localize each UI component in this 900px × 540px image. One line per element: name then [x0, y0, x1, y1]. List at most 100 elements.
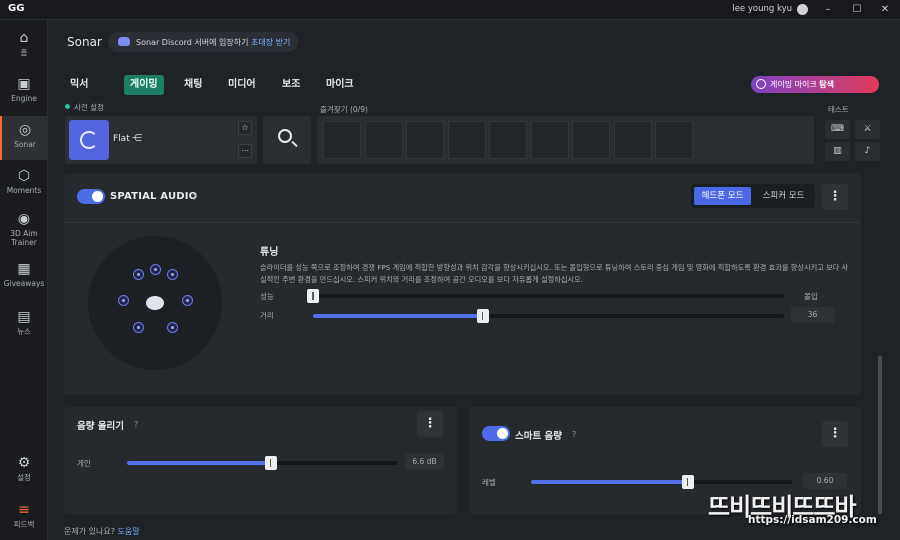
tab-mic[interactable]: 마이크: [320, 75, 360, 95]
tab-media[interactable]: 미디어: [222, 75, 262, 95]
favorite-slot[interactable]: [572, 121, 610, 159]
more-options-icon[interactable]: ⋮: [822, 421, 848, 447]
scrollbar-thumb[interactable]: [878, 356, 882, 514]
level-label: 레벨: [482, 478, 496, 487]
favorite-slot[interactable]: [489, 121, 527, 159]
preset-card[interactable]: Flat ⋲ ☆ ⋯: [65, 116, 257, 164]
user-name[interactable]: lee young kyu: [732, 4, 792, 14]
status-dot: [65, 104, 70, 109]
gamepad-icon[interactable]: ⌨: [825, 120, 850, 139]
favorite-slot[interactable]: [447, 121, 486, 159]
title-bar: GG lee young kyu – ☐ ✕: [0, 0, 900, 20]
chip-icon: ▣: [17, 76, 31, 92]
user-avatar[interactable]: [797, 4, 808, 15]
distance-slider[interactable]: [313, 309, 784, 323]
help-icon[interactable]: ?: [192, 193, 196, 202]
gain-value[interactable]: 6.6 dB: [405, 454, 444, 470]
sidebar-item-giveaways[interactable]: ▦ Giveaways: [0, 261, 48, 305]
tab-gaming[interactable]: 게이밍: [124, 75, 164, 95]
favorite-slot[interactable]: [613, 121, 652, 159]
mic-search-action: 탐색: [819, 80, 834, 89]
help-link[interactable]: 도움말: [118, 527, 140, 536]
preset-thumbnail: [69, 120, 109, 160]
sidebar: ⌂ 홈 ▣ Engine ◎ Sonar ⬡ Moments ◉ 3D Aim …: [0, 20, 48, 540]
speaker-rear-left[interactable]: [133, 322, 144, 333]
sidebar-item-label: Moments: [6, 186, 42, 195]
favorite-slot[interactable]: [323, 121, 361, 159]
crosshair-icon[interactable]: ⚔: [855, 120, 880, 139]
sidebar-item-home[interactable]: ⌂ 홈: [0, 30, 48, 74]
distance-value[interactable]: 36: [791, 307, 834, 323]
minimize-button[interactable]: –: [820, 2, 836, 18]
preset-name: Flat: [113, 134, 130, 144]
favorite-slot[interactable]: [364, 121, 403, 159]
volume-boost-title: 음량 올리기: [77, 421, 125, 432]
tab-chat[interactable]: 채팅: [178, 75, 208, 95]
sidebar-item-news[interactable]: ▤ 뉴스: [0, 309, 48, 353]
sidebar-item-label: 뉴스: [17, 327, 31, 336]
speaker-side-left[interactable]: [118, 295, 129, 306]
test-label: 테스트: [828, 105, 849, 114]
film-icon[interactable]: ▥: [825, 142, 850, 161]
tab-mixer[interactable]: 믹서: [64, 75, 94, 95]
feedback-icon: ≡: [18, 502, 30, 518]
favorite-slot[interactable]: [530, 121, 569, 159]
tuning-slider-thumb[interactable]: [307, 289, 319, 303]
speaker-front-left[interactable]: [133, 269, 144, 280]
tab-aux[interactable]: 보조: [276, 75, 306, 95]
watermark-url: https://idsam209.com: [748, 514, 877, 526]
speaker-position-visualizer[interactable]: [88, 236, 222, 370]
sidebar-item-feedback[interactable]: ≡ 피드백: [0, 502, 48, 540]
music-icon[interactable]: ♪: [855, 142, 880, 161]
speaker-side-right[interactable]: [182, 295, 193, 306]
more-options-icon[interactable]: ⋮: [822, 184, 848, 210]
favorite-slot[interactable]: [406, 121, 444, 159]
speaker-rear-right[interactable]: [167, 322, 178, 333]
sonar-icon: [80, 131, 98, 149]
preset-search-button[interactable]: [263, 116, 311, 164]
speaker-front-center[interactable]: [150, 264, 161, 275]
star-icon[interactable]: ☆: [238, 121, 252, 135]
smart-volume-toggle[interactable]: [482, 426, 510, 441]
sidebar-item-settings[interactable]: ⚙ 설정: [0, 455, 48, 499]
speaker-front-right[interactable]: [167, 269, 178, 280]
maximize-button[interactable]: ☐: [849, 2, 865, 18]
favorites-bar: [317, 116, 814, 164]
distance-slider-fill: [313, 314, 483, 318]
gain-slider-thumb[interactable]: [264, 456, 277, 470]
favorite-slot[interactable]: [655, 121, 693, 159]
sidebar-item-label: Giveaways: [3, 279, 45, 288]
help-icon[interactable]: ?: [572, 430, 576, 439]
sidebar-item-sonar[interactable]: ◎ Sonar: [0, 116, 48, 160]
level-slider-fill: [531, 480, 688, 484]
more-icon[interactable]: ⋯: [238, 144, 252, 158]
speaker-mode-button[interactable]: 스피커 모드: [755, 187, 812, 205]
discord-invite-link[interactable]: 초대장 받기: [251, 38, 290, 47]
spatial-audio-title: SPATIAL AUDIO: [110, 191, 198, 202]
volume-boost-panel: 음량 올리기 ? ⋮ 게인 6.6 dB: [64, 407, 457, 514]
share-icon[interactable]: ⋲: [132, 133, 142, 144]
help-icon[interactable]: ?: [134, 420, 138, 429]
immersion-label: 몰입: [804, 292, 818, 301]
discord-invite-banner[interactable]: Sonar Discord 서버에 입장하기 초대장 받기: [108, 32, 298, 52]
aim-icon: ◉: [17, 211, 31, 227]
sidebar-item-moments[interactable]: ⬡ Moments: [0, 168, 48, 212]
level-slider[interactable]: [531, 475, 792, 489]
close-button[interactable]: ✕: [877, 2, 893, 18]
search-icon: [278, 129, 292, 143]
spatial-audio-toggle[interactable]: [77, 189, 105, 204]
spatial-audio-panel: SPATIAL AUDIO ? 헤드폰 모드 스피커 모드 ⋮ 튜닝 슬라이더를…: [64, 174, 861, 395]
gain-slider[interactable]: [127, 456, 398, 470]
book-icon: ▤: [17, 309, 31, 325]
gaming-mic-search-button[interactable]: 게이밍 마이크 탐색: [751, 76, 879, 93]
sidebar-item-aim-trainer[interactable]: ◉ 3D Aim Trainer: [0, 211, 48, 255]
sidebar-item-label: 설정: [17, 473, 31, 482]
headphone-mode-button[interactable]: 헤드폰 모드: [694, 187, 751, 205]
scrollbar[interactable]: [876, 174, 884, 514]
distance-slider-thumb[interactable]: [476, 309, 489, 323]
spatial-audio-header: SPATIAL AUDIO ? 헤드폰 모드 스피커 모드 ⋮: [64, 174, 861, 223]
tuning-slider[interactable]: [307, 289, 784, 303]
sidebar-item-engine[interactable]: ▣ Engine: [0, 76, 48, 120]
more-options-icon[interactable]: ⋮: [417, 411, 443, 437]
level-slider-thumb[interactable]: [681, 475, 694, 489]
